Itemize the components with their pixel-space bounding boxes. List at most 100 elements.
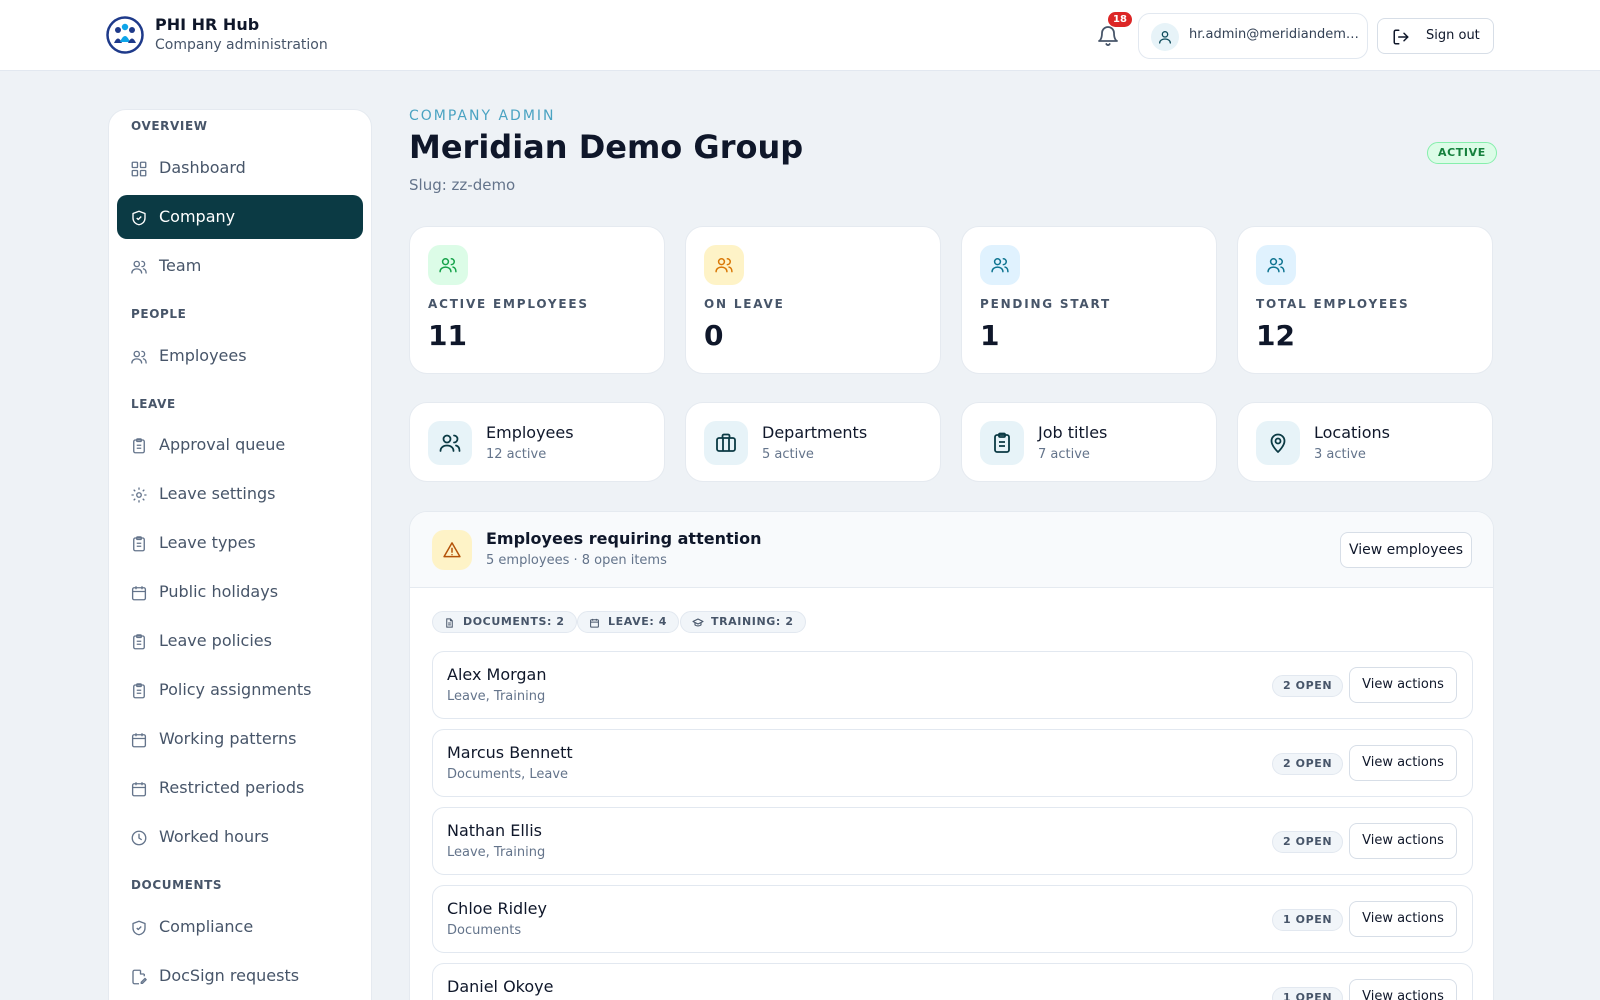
sidebar-item-compliance[interactable]: Compliance — [117, 905, 363, 949]
file-signature-icon — [132, 969, 147, 985]
sidebar-item-label: Restricted periods — [159, 778, 305, 797]
table-row: Marcus Bennett Documents, Leave 2 OPEN V… — [432, 729, 1473, 797]
stat-card-active-employees: ACTIVE EMPLOYEES 11 — [409, 226, 665, 374]
sidebar-item-label: Worked hours — [159, 827, 270, 846]
brand-subtitle: Company administration — [155, 37, 328, 53]
link-card-title: Locations — [1314, 423, 1391, 442]
sidebar-item-label: Leave types — [159, 533, 256, 552]
shield-icon — [132, 210, 146, 226]
link-card-subtitle: 5 active — [762, 447, 814, 462]
table-row: Alex Morgan Leave, Training 2 OPEN View … — [432, 651, 1473, 719]
users-icon — [428, 245, 468, 285]
open-count-badge: 2 OPEN — [1272, 753, 1344, 775]
sidebar-item-label: DocSign requests — [159, 966, 300, 985]
open-count-badge: 1 OPEN — [1272, 909, 1344, 931]
sidebar-item-worked-hours[interactable]: Worked hours — [117, 815, 363, 859]
stat-label: TOTAL EMPLOYEES — [1256, 297, 1410, 311]
link-card-subtitle: 3 active — [1314, 447, 1366, 462]
calendar-icon — [131, 733, 147, 748]
sidebar-item-label: Employees — [159, 346, 247, 365]
link-card-departments[interactable]: Departments 5 active — [685, 402, 941, 482]
employee-categories: Leave, Training — [447, 845, 546, 860]
sign-out-button[interactable]: Sign out — [1377, 18, 1494, 54]
link-card-locations[interactable]: Locations 3 active — [1237, 402, 1493, 482]
users-icon — [428, 421, 472, 465]
page-title: Meridian Demo Group — [409, 128, 804, 166]
view-actions-button[interactable]: View actions — [1349, 667, 1457, 703]
notification-badge: 18 — [1108, 12, 1132, 27]
sidebar-item-working-patterns[interactable]: Working patterns — [117, 717, 363, 761]
employee-categories: Documents — [447, 923, 522, 938]
sidebar-item-company[interactable]: Company — [117, 195, 363, 239]
link-card-job-titles[interactable]: Job titles 7 active — [961, 402, 1217, 482]
stat-value: 1 — [980, 319, 1000, 352]
user-menu[interactable]: hr.admin@meridiandemo.com — [1138, 13, 1368, 59]
stat-label: ON LEAVE — [704, 297, 785, 311]
open-count-badge: 2 OPEN — [1272, 831, 1344, 853]
view-actions-button[interactable]: View actions — [1349, 823, 1457, 859]
page-eyebrow: COMPANY ADMIN — [409, 108, 556, 124]
sidebar-item-team[interactable]: Team — [117, 244, 363, 288]
sidebar-item-leave-types[interactable]: Leave types — [117, 521, 363, 565]
stat-value: 12 — [1256, 319, 1295, 352]
sidebar-item-approval-queue[interactable]: Approval queue — [117, 423, 363, 467]
clipboard-icon — [133, 683, 145, 699]
view-actions-button[interactable]: View actions — [1349, 745, 1457, 781]
chip-documents[interactable]: DOCUMENTS: 2 — [432, 611, 577, 633]
sidebar: OVERVIEW Dashboard Company Team PEOPLE E… — [108, 109, 372, 1000]
attention-title: Employees requiring attention — [486, 529, 762, 548]
stat-value: 11 — [428, 319, 467, 352]
sidebar-item-restricted-periods[interactable]: Restricted periods — [117, 766, 363, 810]
link-card-employees[interactable]: Employees 12 active — [409, 402, 665, 482]
sign-out-icon — [1393, 29, 1409, 45]
shield-icon — [132, 920, 146, 936]
link-card-subtitle: 7 active — [1038, 447, 1090, 462]
attention-panel: Employees requiring attention 5 employee… — [409, 511, 1494, 1000]
link-card-title: Employees — [486, 423, 574, 442]
stat-label: PENDING START — [980, 297, 1112, 311]
sidebar-item-public-holidays[interactable]: Public holidays — [117, 570, 363, 614]
attention-header: Employees requiring attention 5 employee… — [410, 512, 1493, 588]
sidebar-item-policy-assignments[interactable]: Policy assignments — [117, 668, 363, 712]
users-icon — [704, 245, 744, 285]
view-actions-button[interactable]: View actions — [1349, 901, 1457, 937]
attention-subtitle: 5 employees · 8 open items — [486, 553, 667, 568]
chip-label: TRAINING: 2 — [711, 615, 794, 628]
clipboard-icon — [133, 634, 145, 650]
employee-categories: Documents, Leave — [447, 767, 569, 782]
employee-categories: Leave, Training — [447, 689, 546, 704]
clipboard-icon — [133, 438, 145, 454]
calendar-icon — [131, 586, 147, 601]
sidebar-item-label: Compliance — [159, 917, 254, 936]
top-bar: PHI HR Hub Company administration 18 hr.… — [0, 0, 1600, 71]
link-card-title: Departments — [762, 423, 868, 442]
sidebar-item-employees[interactable]: Employees — [117, 334, 363, 378]
stat-card-pending-start: PENDING START 1 — [961, 226, 1217, 374]
avatar — [1151, 23, 1179, 51]
calendar-icon — [590, 618, 599, 628]
chip-leave[interactable]: LEAVE: 4 — [577, 611, 679, 633]
briefcase-icon — [704, 421, 748, 465]
sign-out-label: Sign out — [1426, 28, 1480, 43]
bell-icon[interactable] — [1096, 24, 1120, 48]
chip-training[interactable]: TRAINING: 2 — [680, 611, 806, 633]
employee-name: Nathan Ellis — [447, 821, 542, 840]
section-documents: DOCUMENTS — [131, 878, 223, 892]
sidebar-item-leave-settings[interactable]: Leave settings — [117, 472, 363, 516]
chip-label: DOCUMENTS: 2 — [463, 615, 565, 628]
employee-name: Chloe Ridley — [447, 899, 547, 918]
view-actions-button[interactable]: View actions — [1349, 979, 1457, 1000]
grid-icon — [131, 161, 147, 177]
sidebar-item-label: Team — [159, 256, 202, 275]
open-count-badge: 2 OPEN — [1272, 675, 1344, 697]
sidebar-item-leave-policies[interactable]: Leave policies — [117, 619, 363, 663]
sidebar-item-label: Public holidays — [159, 582, 279, 601]
map-pin-icon — [1256, 421, 1300, 465]
brand-title: PHI HR Hub — [155, 15, 260, 34]
sidebar-item-dashboard[interactable]: Dashboard — [117, 146, 363, 190]
view-employees-button[interactable]: View employees — [1340, 532, 1472, 568]
sidebar-item-docsign-requests[interactable]: DocSign requests — [117, 954, 363, 998]
status-badge: ACTIVE — [1427, 142, 1497, 164]
logo-icon — [106, 16, 144, 54]
clipboard-icon — [133, 536, 145, 552]
